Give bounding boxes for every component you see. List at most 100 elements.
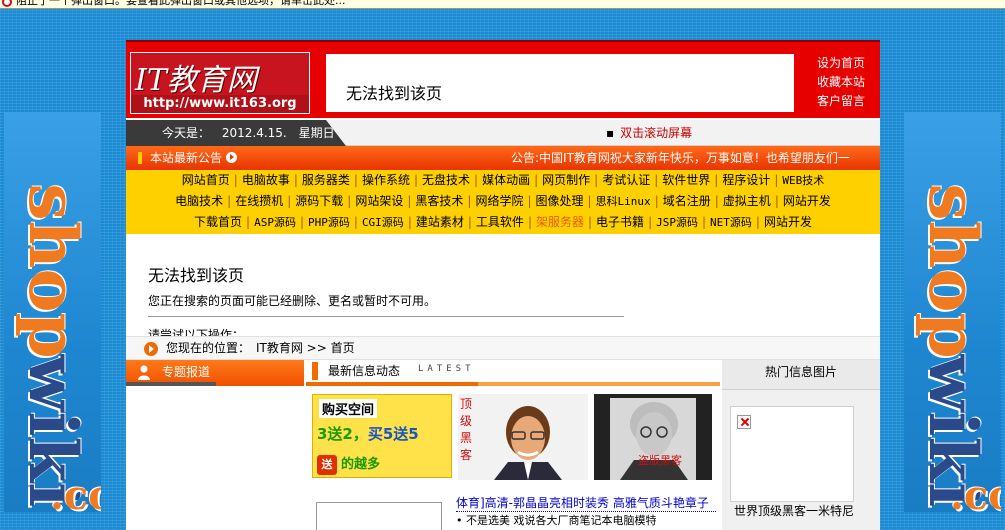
nav-link[interactable]: PHP源码	[308, 216, 350, 229]
gift-icon: 送	[317, 455, 337, 475]
site-logo[interactable]: IT教育网 http://www.it163.org	[130, 52, 310, 114]
announcement-label[interactable]: 本站最新公告	[138, 146, 238, 170]
promo-offer: 3送2，买5送5	[317, 423, 419, 444]
nav-link[interactable]: 操作系统	[362, 173, 410, 187]
nav-row-3: 下载首页 | ASP源码 | PHP源码 | CGI源码 | 建站素材 | 工具软件 | 架服务器 | 电子…	[194, 215, 812, 229]
logo-url: http://www.it163.org	[131, 95, 309, 113]
nav-link[interactable]: 网站开发	[783, 194, 831, 208]
nav-link[interactable]: 思科Linux	[596, 195, 651, 208]
promo-offer-2: 买5送5	[367, 425, 419, 443]
popup-blocked-infobar[interactable]: 阻止了一个弹出窗口。要查看此弹出窗口或其他选项，请单击此处...	[0, 0, 1005, 9]
today-label: 今天是：	[162, 126, 211, 140]
play-arrow-icon	[226, 152, 238, 163]
header-ad-frame: 无法找到该页	[326, 54, 794, 112]
nav-link[interactable]: 图像处理	[536, 194, 584, 208]
nav-link[interactable]: WEB技术	[782, 174, 824, 187]
special-report-label: 专题报道	[162, 365, 211, 379]
photo-caption: 盗版黑客	[638, 454, 682, 467]
announcement-marker-icon	[138, 152, 142, 164]
header-frame-title: 无法找到该页	[346, 84, 443, 103]
left-ad-banner[interactable]: shop wiki .com	[4, 112, 101, 512]
scroll-toggle[interactable]: ▪ 双击滚动屏幕	[606, 120, 692, 146]
nav-link[interactable]: 网站开发	[764, 215, 812, 229]
nav-link[interactable]: JSP源码	[656, 216, 698, 229]
hot-images-column: 热门信息图片 世界顶级黑客一米特尼	[722, 360, 880, 530]
date-value: 2012.4.15.	[221, 126, 287, 140]
nav-link[interactable]: 虚拟主机	[723, 194, 771, 208]
banner-word-top: shop	[913, 183, 992, 359]
pirate-hacker-photo[interactable]: 盗版黑客	[594, 394, 712, 480]
nav-link[interactable]: 网络学院	[475, 194, 523, 208]
promo-title: 购买空间	[319, 399, 378, 418]
hosting-promo-banner[interactable]: 购买空间 3送2，买5送5 送的越多	[312, 394, 452, 478]
news-item-link[interactable]: • 不是选美 戏说各大厂商笔记本电脑模特	[456, 512, 656, 528]
news-headline-link[interactable]: 体育]高清-郭晶晶亮相时装秀 高雅气质斗艳章子	[456, 494, 716, 512]
person-icon	[138, 365, 150, 380]
date-bar: 今天是： 2012.4.15. 星期日 ▪ 双击滚动屏幕	[126, 120, 880, 146]
infobar-message: 阻止了一个弹出窗口。要查看此弹出窗口或其他选项，请单击此处...	[16, 0, 346, 7]
hot-image-frame[interactable]	[730, 406, 854, 502]
error-title: 无法找到该页	[148, 266, 245, 285]
nav-link[interactable]: 媒体动画	[482, 173, 530, 187]
bookmark-link[interactable]: 收藏本站	[806, 73, 876, 92]
nav-link[interactable]: 源码下载	[295, 194, 343, 208]
news-thumbnail-box	[316, 502, 442, 530]
top-hacker-photo[interactable]: 顶级黑客	[458, 394, 588, 480]
nav-link[interactable]: 网页制作	[542, 173, 590, 187]
banner-word-bottom: .com	[950, 472, 1001, 512]
nav-link[interactable]: 考试认证	[602, 173, 650, 187]
blocked-icon	[2, 0, 12, 7]
nav-link[interactable]: ASP源码	[254, 216, 296, 229]
logo-title: IT教育网	[135, 63, 257, 98]
nav-link[interactable]: 在线攒机	[235, 194, 283, 208]
scroll-toggle-label: 双击滚动屏幕	[620, 126, 693, 140]
divider	[148, 316, 624, 317]
latest-news-column: 最新信息动态 LATEST 购买空间 3送2，买5送5 送的越多 顶级黑客 盗版…	[306, 360, 720, 530]
nav-link[interactable]: 下载首页	[194, 215, 242, 229]
nav-link[interactable]: 无盘技术	[422, 173, 470, 187]
nav-link[interactable]: 电子书籍	[596, 215, 644, 229]
nav-link[interactable]: 架服务器	[536, 215, 584, 229]
right-ad-banner[interactable]: shop wiki .com	[904, 112, 1001, 512]
nav-link[interactable]: 服务器类	[302, 173, 350, 187]
nav-link[interactable]: 网站架设	[355, 194, 403, 208]
nav-link[interactable]: 电脑故事	[242, 173, 290, 187]
special-report-column: 专题报道	[126, 360, 304, 530]
header-underline	[126, 382, 216, 386]
location-bar: 您现在的位置： IT教育网 >> 首页	[126, 336, 880, 360]
nav-row-2: 电脑技术 | 在线攒机 | 源码下载 | 网站架设 | 黑客技术 | 网络学院 | 图像处理 | 思科Lin…	[175, 194, 831, 208]
nav-link[interactable]: 电脑技术	[175, 194, 223, 208]
nav-link[interactable]: 网站首页	[182, 173, 230, 187]
header-underline	[306, 382, 478, 386]
banner-word-bottom: .com	[50, 472, 101, 512]
header-links: 设为首页 收藏本站 客户留言	[806, 54, 876, 111]
hot-images-header: 热门信息图片	[722, 360, 880, 390]
portrait-image	[488, 402, 568, 480]
guestbook-link[interactable]: 客户留言	[806, 92, 876, 111]
breadcrumb[interactable]: IT教育网 >> 首页	[256, 337, 355, 359]
set-homepage-link[interactable]: 设为首页	[806, 54, 876, 73]
nav-link[interactable]: NET源码	[710, 216, 752, 229]
promo-offer-1: 3送2，	[317, 425, 368, 443]
nav-link[interactable]: 建站素材	[416, 215, 464, 229]
nav-link[interactable]: 软件世界	[662, 173, 710, 187]
photo-caption: 顶级黑客	[460, 397, 473, 462]
hot-image-caption[interactable]: 世界顶级黑客一米特尼	[734, 502, 854, 519]
header-marker-icon	[312, 362, 318, 380]
site-header: IT教育网 http://www.it163.org 无法找到该页 设为首页 收…	[126, 40, 880, 118]
latest-news-header: 最新信息动态 LATEST	[306, 360, 720, 386]
special-report-header: 专题报道	[126, 360, 304, 386]
date-display: 今天是： 2012.4.15. 星期日	[126, 120, 346, 146]
location-label: 您现在的位置：	[166, 341, 251, 355]
nav-link[interactable]: 域名注册	[663, 194, 711, 208]
broken-image-icon	[737, 415, 751, 429]
nav-link[interactable]: CGI源码	[362, 216, 404, 229]
nav-link[interactable]: 程序设计	[722, 173, 770, 187]
nav-link[interactable]: 工具软件	[476, 215, 524, 229]
bullet-icon: ▪	[606, 126, 615, 140]
error-description: 您正在搜索的页面可能已经删除、更名或暂时不可用。	[148, 294, 437, 308]
announcement-label-text: 本站最新公告	[150, 151, 223, 165]
announcement-marquee[interactable]: 公告:中国IT教育网祝大家新年快乐，万事如意！也希望朋友们一	[511, 146, 850, 170]
banner-word-top: shop	[13, 183, 92, 359]
nav-link[interactable]: 黑客技术	[415, 194, 463, 208]
